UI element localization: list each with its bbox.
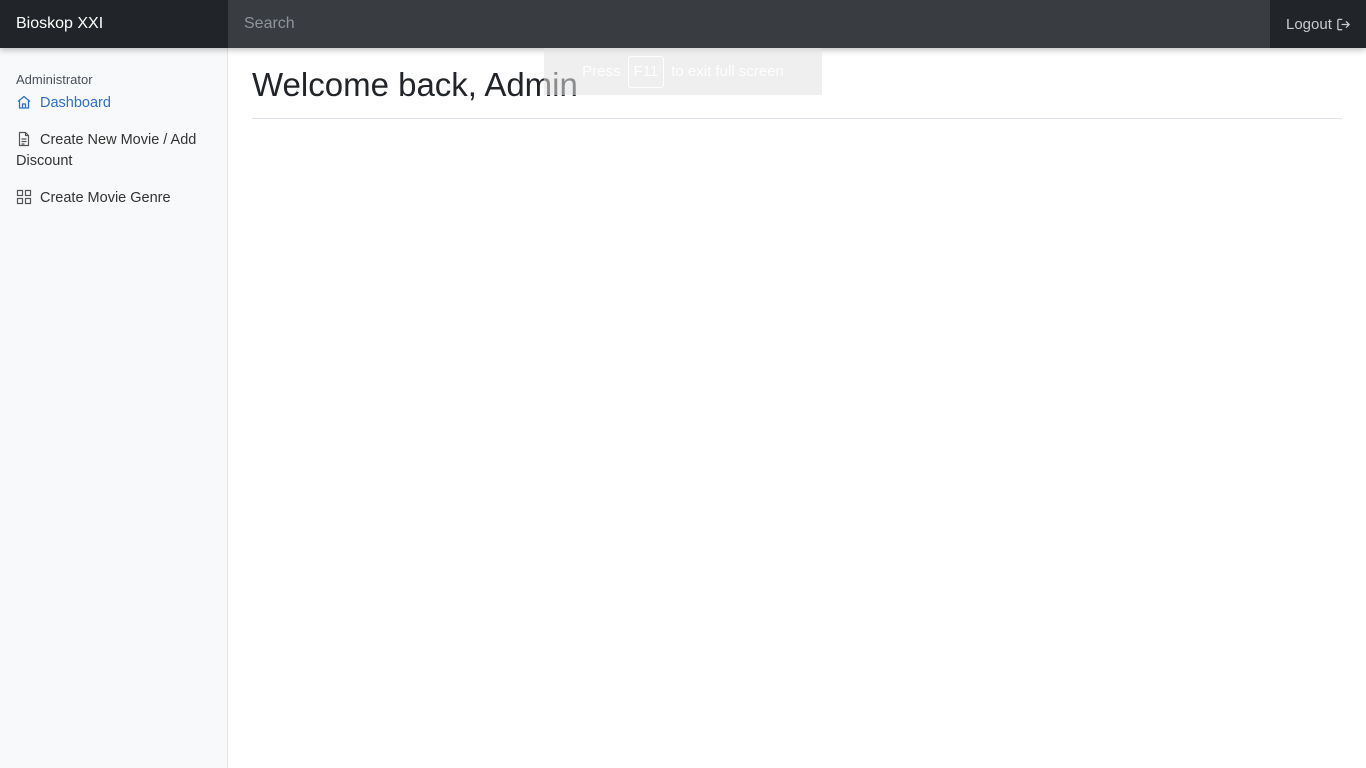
fullscreen-hint-suffix: to exit full screen <box>671 63 784 80</box>
sidebar-item-label: Dashboard <box>40 95 111 111</box>
search-input[interactable] <box>228 0 1270 48</box>
logout-label: Logout <box>1286 15 1332 33</box>
sidebar-item-label: Create Movie Genre <box>40 190 171 206</box>
home-icon <box>16 94 32 110</box>
fullscreen-hint-prefix: Press <box>582 63 621 80</box>
fullscreen-hint-key: F11 <box>627 55 665 88</box>
sidebar-item-create-movie[interactable]: Create New Movie / Add Discount <box>0 130 227 172</box>
top-navbar: Bioskop XXI Logout <box>0 0 1366 48</box>
grid-icon <box>16 189 32 205</box>
sidebar-heading: Administrator <box>16 72 93 87</box>
sidebar-item-dashboard[interactable]: Dashboard <box>0 93 227 114</box>
logout-button[interactable]: Logout <box>1270 0 1366 48</box>
sidebar-item-label: Create New Movie / Add Discount <box>16 132 197 169</box>
file-icon <box>16 131 32 147</box>
logout-icon <box>1336 17 1351 32</box>
sidebar: Administrator Dashboard Create New Movie… <box>0 48 228 768</box>
brand-logo[interactable]: Bioskop XXI <box>0 0 228 48</box>
sidebar-item-create-genre[interactable]: Create Movie Genre <box>0 188 227 209</box>
fullscreen-hint-overlay: Press F11 to exit full screen <box>544 48 822 95</box>
